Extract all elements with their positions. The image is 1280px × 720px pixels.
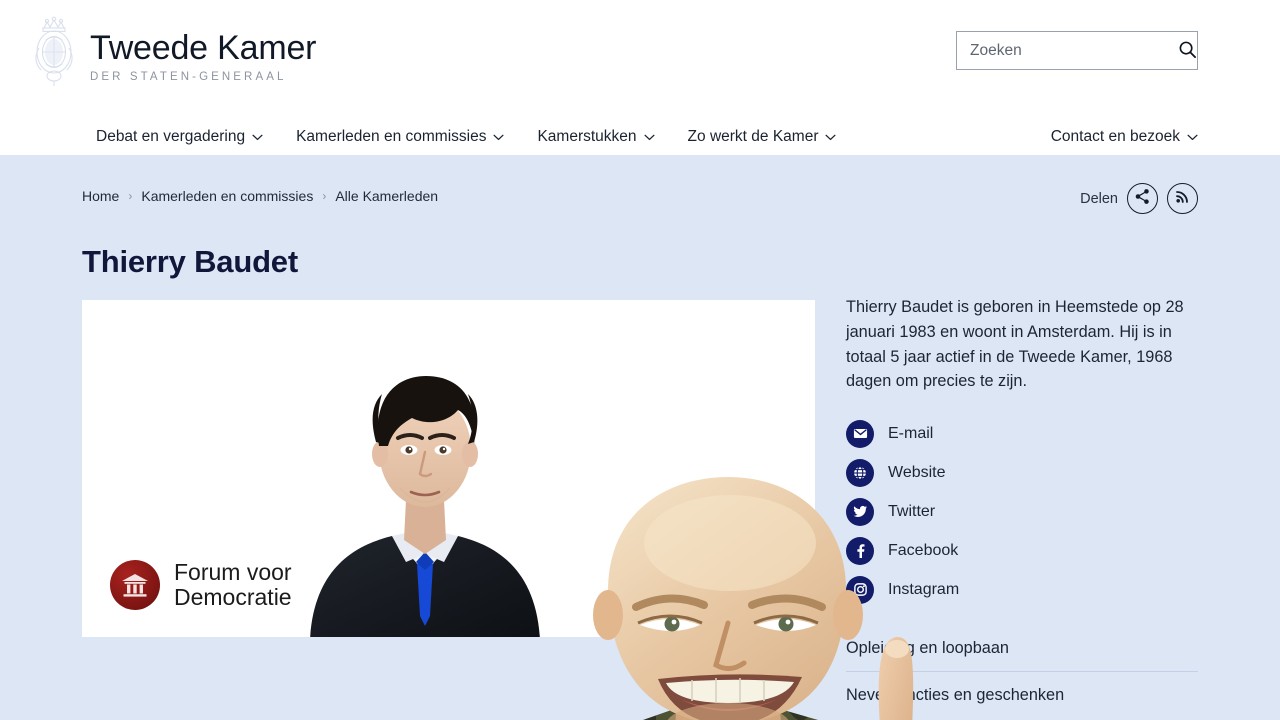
page-root: Tweede Kamer DER STATEN-GENERAAL English — [0, 0, 1280, 720]
accordion-item-opleiding-en-loopbaan[interactable]: Opleiding en loopbaan — [846, 625, 1198, 672]
link-label: Website — [888, 463, 946, 481]
search-input[interactable] — [957, 32, 1178, 69]
party-logo-line1: Forum voor — [174, 558, 292, 585]
portrait-image — [310, 376, 540, 637]
link-label: Instagram — [888, 580, 960, 598]
rss-icon — [1175, 188, 1191, 209]
nav-item-contact-en-bezoek[interactable]: Contact en bezoek — [1051, 128, 1198, 146]
member-bio: Thierry Baudet is geboren in Heemstede o… — [846, 298, 1184, 391]
share-icon — [1134, 188, 1151, 210]
chevron-right-icon: › — [322, 189, 327, 203]
share-button[interactable] — [1127, 183, 1158, 214]
nav-item-label: Debat en vergadering — [96, 127, 246, 145]
nav-item-kamerstukken[interactable]: Kamerstukken — [537, 127, 655, 146]
accordion-item-nevenfuncties-en-geschenken[interactable]: Nevenfuncties en geschenken — [846, 672, 1198, 718]
rss-button[interactable] — [1167, 183, 1198, 214]
main-navigation: Debat en vergadering Kamerleden en commi… — [0, 118, 1280, 155]
chevron-down-icon — [644, 128, 655, 146]
envelope-icon — [846, 419, 874, 448]
link-instagram[interactable]: Instagram — [846, 570, 1198, 609]
breadcrumb: Home › Kamerleden en commissies › Alle K… — [82, 188, 438, 204]
member-links: E-mail Website Twitter Facebook Instagra… — [846, 414, 1198, 609]
facebook-icon — [846, 536, 874, 565]
link-label: Facebook — [888, 541, 959, 559]
site-header: Tweede Kamer DER STATEN-GENERAAL English — [0, 0, 1280, 155]
search-button[interactable] — [1178, 32, 1197, 69]
breadcrumb-item-kamerleden-en-commissies[interactable]: Kamerleden en commissies — [141, 188, 313, 204]
chevron-down-icon — [1187, 128, 1198, 146]
site-brand[interactable]: Tweede Kamer DER STATEN-GENERAAL — [30, 14, 316, 94]
party-logo-line2: Democratie — [174, 584, 292, 611]
share-label: Delen — [1080, 190, 1118, 207]
content-area: Home › Kamerleden en commissies › Alle K… — [0, 155, 1280, 720]
member-photo-card[interactable]: Forum voor Democratie — [82, 300, 815, 637]
nav-item-debat-en-vergadering[interactable]: Debat en vergadering — [96, 128, 263, 146]
globe-icon — [846, 458, 874, 487]
member-accordion: Opleiding en loopbaan Nevenfuncties en g… — [846, 625, 1198, 718]
chevron-down-icon — [252, 128, 263, 146]
nav-item-label: Kamerstukken — [537, 127, 637, 145]
nav-item-kamerleden-en-commissies[interactable]: Kamerleden en commissies — [296, 128, 504, 146]
chevron-down-icon — [825, 128, 837, 146]
link-facebook[interactable]: Facebook — [846, 531, 1198, 570]
twitter-icon — [846, 497, 874, 526]
nav-item-label: Zo werkt de Kamer — [687, 127, 819, 145]
party-logo-text: Forum voor Democratie — [174, 558, 292, 612]
chevron-down-icon — [493, 128, 504, 146]
breadcrumb-item-home[interactable]: Home — [82, 188, 119, 204]
nav-items-right: Contact en bezoek — [1051, 128, 1198, 146]
search-icon — [1178, 40, 1197, 62]
nav-item-zo-werkt-de-kamer[interactable]: Zo werkt de Kamer — [688, 128, 837, 146]
nav-items-left: Debat en vergadering Kamerleden en commi… — [96, 127, 837, 146]
link-website[interactable]: Website — [846, 453, 1198, 492]
search-box[interactable] — [956, 31, 1198, 70]
nav-item-label: Contact en bezoek — [1050, 127, 1180, 145]
link-email[interactable]: E-mail — [846, 414, 1198, 453]
instagram-icon — [846, 575, 874, 604]
link-label: Twitter — [888, 502, 936, 520]
member-sidebar: Thierry Baudet is geboren in Heemstede o… — [846, 295, 1198, 609]
party-logo: Forum voor Democratie — [110, 558, 292, 612]
brand-text-block: Tweede Kamer DER STATEN-GENERAAL — [90, 25, 317, 83]
chevron-right-icon: › — [128, 189, 133, 203]
link-label: E-mail — [888, 424, 934, 442]
link-twitter[interactable]: Twitter — [846, 492, 1198, 531]
brand-subtitle: DER STATEN-GENERAAL — [90, 70, 287, 83]
breadcrumb-item-alle-kamerleden[interactable]: Alle Kamerleden — [335, 188, 438, 204]
nav-item-label: Kamerleden en commissies — [296, 127, 487, 145]
brand-title: Tweede Kamer — [90, 29, 317, 68]
royal-crest-icon — [30, 14, 78, 94]
share-controls: Delen — [1080, 183, 1198, 214]
page-title: Thierry Baudet — [82, 244, 298, 279]
fvd-temple-icon — [110, 560, 160, 611]
member-photo: Forum voor Democratie — [82, 300, 815, 637]
